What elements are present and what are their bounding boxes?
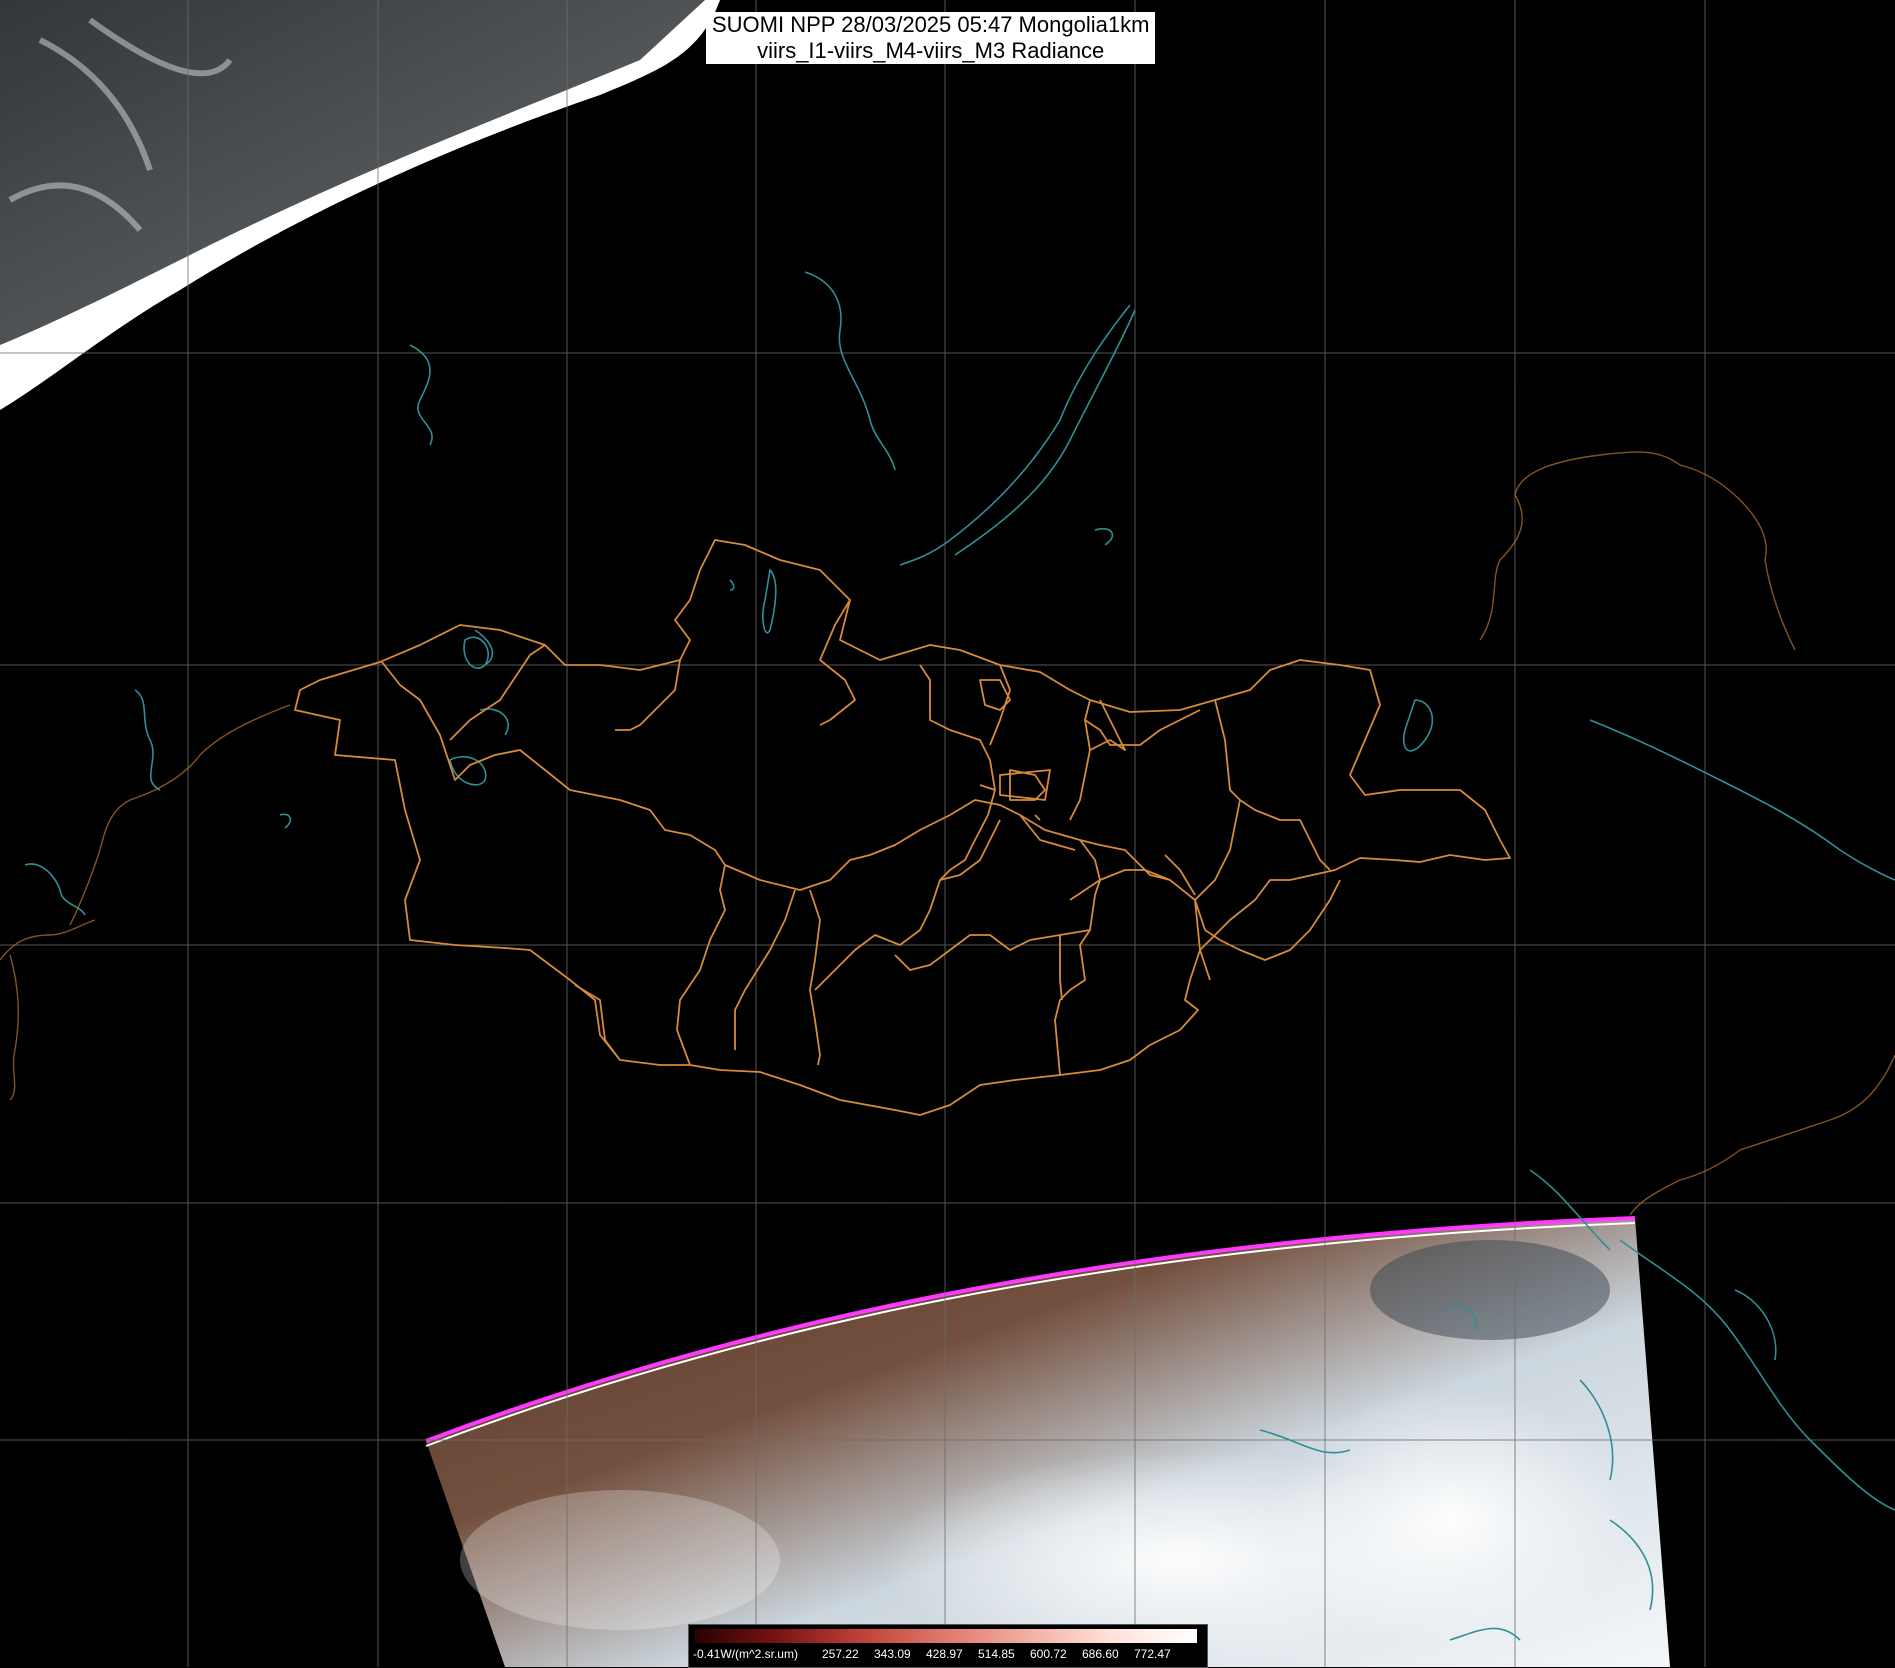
colorbar-tick: 600.72 (1030, 1647, 1067, 1661)
colorbar-tick: 514.85 (978, 1647, 1015, 1661)
colorbar-gradient (695, 1629, 1197, 1643)
country-borders (0, 451, 1895, 1216)
lake-baikal-outline (899, 304, 1136, 566)
colorbar-tick: 343.09 (874, 1647, 911, 1661)
se-imagery-swath (425, 1216, 1670, 1667)
nw-imagery-swath (0, 0, 720, 410)
title-line-1: SUOMI NPP 28/03/2025 05:47 Mongolia1km (712, 12, 1150, 37)
colorbar: -0.41W/(m^2.sr.um) 257.22 343.09 428.97 … (688, 1624, 1208, 1668)
satellite-map (0, 0, 1895, 1667)
mongolia-province-borders (294, 539, 1511, 1116)
colorbar-tick: 772.47 (1134, 1647, 1171, 1661)
colorbar-tick: 428.97 (926, 1647, 963, 1661)
lakes (279, 527, 1114, 829)
title-line-2: viirs_I1-viirs_M4-viirs_M3 Radiance (757, 38, 1105, 63)
image-title: SUOMI NPP 28/03/2025 05:47 Mongolia1km v… (706, 12, 1156, 64)
mongolia-outline (294, 539, 1511, 1116)
colorbar-unit-label: -0.41W/(m^2.sr.um) (693, 1647, 798, 1661)
colorbar-ticks: -0.41W/(m^2.sr.um) 257.22 343.09 428.97 … (689, 1645, 1207, 1665)
colorbar-tick: 257.22 (822, 1647, 859, 1661)
colorbar-tick: 686.60 (1082, 1647, 1119, 1661)
